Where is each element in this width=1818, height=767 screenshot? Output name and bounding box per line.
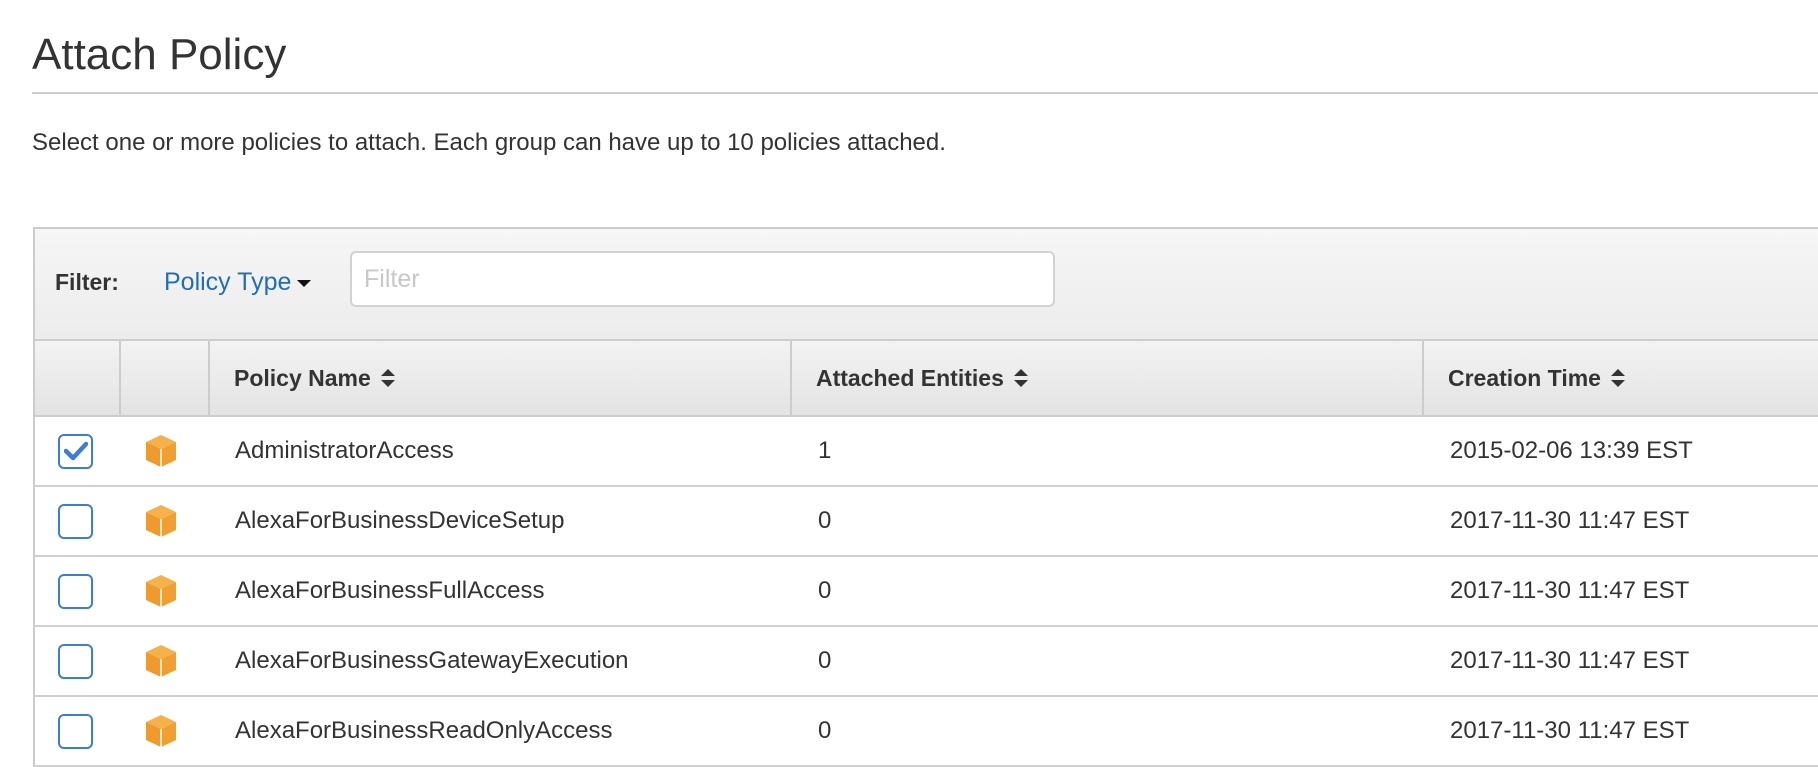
policy-name[interactable]: AlexaForBusinessFullAccess xyxy=(210,577,792,605)
aws-managed-policy-cube-icon xyxy=(146,435,176,467)
icon-cell xyxy=(121,574,210,608)
table-row[interactable]: AdministratorAccess 1 2015-02-06 13:39 EST xyxy=(33,417,1818,487)
table-row[interactable]: AlexaForBusinessDeviceSetup 0 2017-11-30 1… xyxy=(33,487,1818,557)
header-icon-column xyxy=(121,341,210,415)
page-subtitle: Select one or more policies to attach. E… xyxy=(32,129,946,156)
select-cell xyxy=(33,573,121,609)
header-policy-name[interactable]: Policy Name xyxy=(210,341,792,415)
select-cell xyxy=(33,713,121,749)
header-select-column xyxy=(35,341,121,415)
select-cell xyxy=(33,643,121,679)
checkmark-icon xyxy=(63,441,88,461)
attached-entities: 1 xyxy=(818,437,832,464)
creation-time: 2015-02-06 13:39 EST xyxy=(1450,437,1693,464)
sort-icon[interactable] xyxy=(1610,369,1625,387)
row-checkbox[interactable] xyxy=(58,573,93,609)
header-attached-entities[interactable]: Attached Entities xyxy=(792,341,1424,415)
policy-name[interactable]: AlexaForBusinessGatewayExecution xyxy=(210,647,792,675)
header-policy-name-label: Policy Name xyxy=(234,364,371,391)
attached-entities: 0 xyxy=(818,647,832,674)
filter-label: Filter: xyxy=(55,269,119,295)
icon-cell xyxy=(121,504,210,538)
row-checkbox[interactable] xyxy=(58,643,93,679)
row-checkbox[interactable] xyxy=(58,433,93,469)
page-title: Attach Policy xyxy=(32,30,287,79)
table-row[interactable]: AlexaForBusinessFullAccess 0 2017-11-30 11… xyxy=(33,557,1818,627)
creation-time: 2017-11-30 11:47 EST xyxy=(1450,717,1690,744)
policy-name[interactable]: AlexaForBusinessDeviceSetup xyxy=(210,507,792,535)
creation-time: 2017-11-30 11:47 EST xyxy=(1450,647,1690,674)
policy-type-dropdown[interactable]: Policy Type xyxy=(164,268,312,297)
table-header: Policy Name Attached Entities Creation T… xyxy=(35,341,1818,417)
header-attached-entities-label: Attached Entities xyxy=(816,364,1004,391)
attached-entities: 0 xyxy=(818,717,832,744)
row-checkbox[interactable] xyxy=(58,503,93,539)
icon-cell xyxy=(121,714,210,748)
policy-table: Filter: Policy Type Policy Name Attached… xyxy=(33,227,1818,767)
attached-entities: 0 xyxy=(818,577,832,604)
creation-time: 2017-11-30 11:47 EST xyxy=(1450,577,1690,604)
title-divider xyxy=(32,92,1818,94)
row-checkbox[interactable] xyxy=(58,713,93,749)
creation-time: 2017-11-30 11:47 EST xyxy=(1450,507,1690,534)
aws-managed-policy-cube-icon xyxy=(146,645,176,677)
table-row[interactable]: AlexaForBusinessReadOnlyAccess 0 2017-11-3… xyxy=(33,697,1818,767)
policy-type-label: Policy Type xyxy=(164,268,292,296)
aws-managed-policy-cube-icon xyxy=(146,575,176,607)
icon-cell xyxy=(121,644,210,678)
table-row[interactable]: AlexaForBusinessGatewayExecution 0 2017-11… xyxy=(33,627,1818,697)
table-body: AdministratorAccess 1 2015-02-06 13:39 EST… xyxy=(33,417,1818,767)
caret-down-icon xyxy=(297,279,312,287)
header-creation-time-label: Creation Time xyxy=(1448,364,1601,391)
header-creation-time[interactable]: Creation Time xyxy=(1424,341,1818,415)
filter-input[interactable] xyxy=(350,251,1055,307)
sort-icon[interactable] xyxy=(1013,369,1028,387)
aws-managed-policy-cube-icon xyxy=(146,715,176,747)
filter-bar: Filter: Policy Type xyxy=(35,229,1818,341)
attached-entities: 0 xyxy=(818,507,832,534)
policy-name[interactable]: AdministratorAccess xyxy=(210,437,792,465)
icon-cell xyxy=(121,434,210,468)
sort-icon[interactable] xyxy=(380,369,395,387)
policy-name[interactable]: AlexaForBusinessReadOnlyAccess xyxy=(210,717,792,745)
aws-managed-policy-cube-icon xyxy=(146,505,176,537)
select-cell xyxy=(33,503,121,539)
select-cell xyxy=(33,433,121,469)
